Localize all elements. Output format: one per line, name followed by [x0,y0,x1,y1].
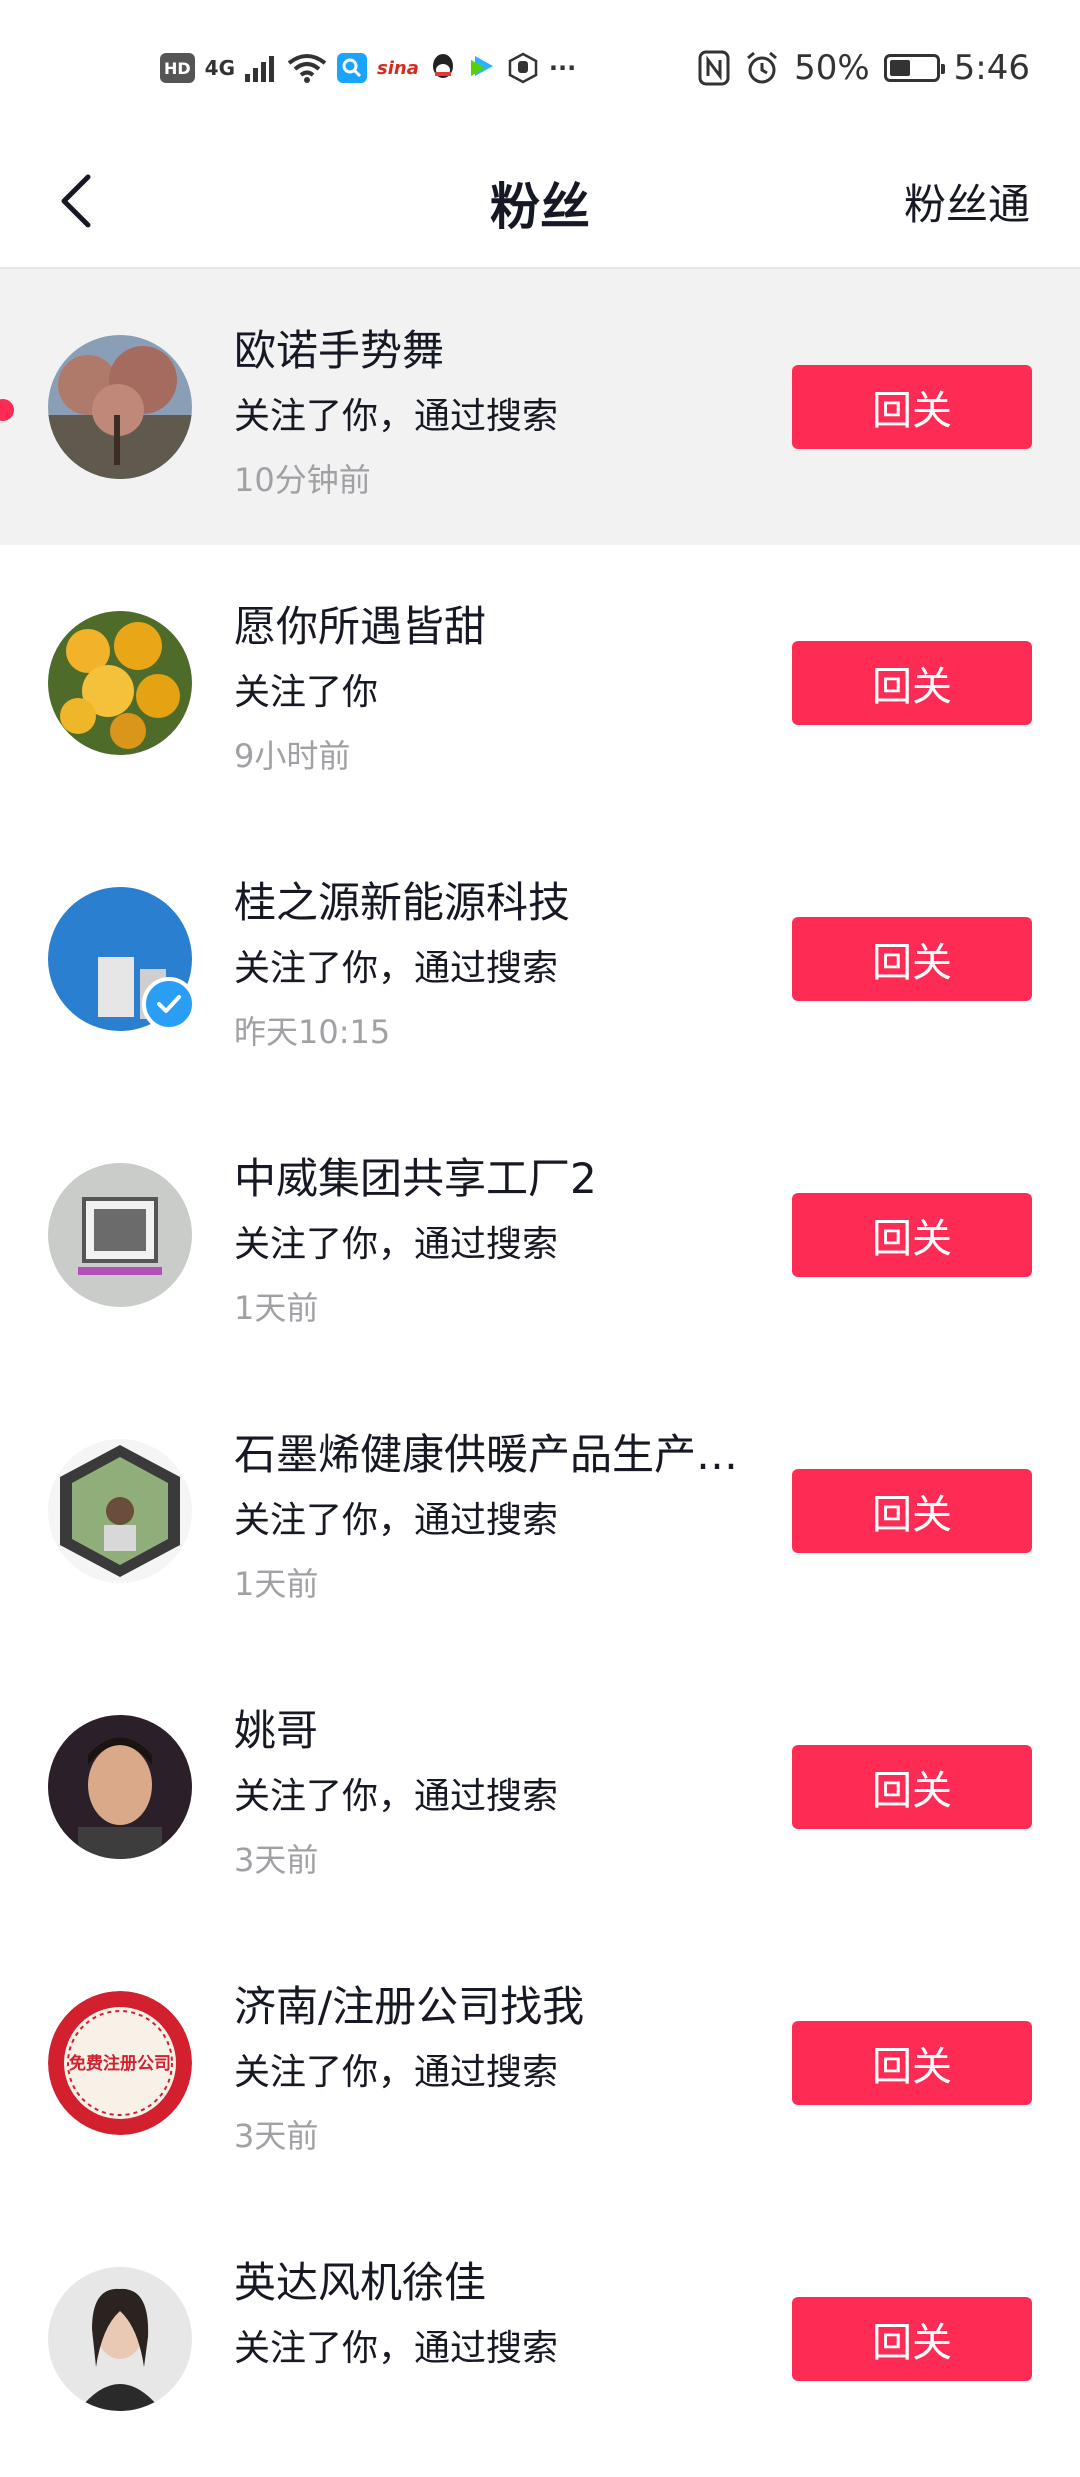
avatar[interactable] [48,1439,192,1583]
avatar[interactable] [48,1715,192,1859]
avatar[interactable] [48,2267,192,2411]
follower-name[interactable]: 愿你所遇皆甜 [234,593,774,654]
follower-row[interactable]: 免费注册公司 济南/注册公司找我 关注了你，通过搜索 3天前 回关 [0,1925,1080,2201]
signal-icon [245,56,275,82]
follower-name[interactable]: 英达风机徐佳 [234,2249,774,2310]
search-app-icon [337,53,368,83]
follow-description: 关注了你，通过搜索 [234,2052,559,2093]
follower-row[interactable]: 英达风机徐佳 关注了你，通过搜索 回关 [0,2201,1080,2477]
sina-icon: sina [377,57,419,79]
follower-name[interactable]: 石墨烯健康供暖产品生产… [234,1421,774,1482]
follow-back-button[interactable]: 回关 [792,1193,1032,1277]
follow-back-button[interactable]: 回关 [792,1745,1032,1829]
follower-name[interactable]: 桂之源新能源科技 [234,869,774,930]
follower-name[interactable]: 中威集团共享工厂2 [234,1145,774,1206]
network-type: 4G [204,56,236,80]
follow-back-button[interactable]: 回关 [792,917,1032,1001]
avatar[interactable] [48,1163,192,1307]
follower-row[interactable]: 石墨烯健康供暖产品生产… 关注了你，通过搜索 1天前 回关 [0,1373,1080,1649]
video-app-icon [470,56,493,76]
status-bar: HD 4G sina ··· 50% 5:46 [0,0,1080,135]
avatar[interactable]: 免费注册公司 [48,1991,192,2135]
qq-icon [432,54,453,78]
follow-back-button[interactable]: 回关 [792,2021,1032,2105]
follower-name[interactable]: 欧诺手势舞 [234,317,774,378]
status-left-icons: HD 4G sina ··· [160,48,576,88]
alarm-icon [747,51,778,83]
fans-promotion-link[interactable]: 粉丝通 [904,171,1030,232]
status-right-icons: 50% 5:46 [698,45,1030,90]
verified-badge-icon [142,977,196,1031]
follow-back-button[interactable]: 回关 [792,1469,1032,1553]
status-time: 5:46 [953,47,1030,88]
follow-description: 关注了你，通过搜索 [234,2328,559,2369]
follow-back-button[interactable]: 回关 [792,641,1032,725]
battery-percent: 50% [794,47,870,88]
follower-row[interactable]: 姚哥 关注了你，通过搜索 3天前 回关 [0,1649,1080,1925]
follow-description: 关注了你，通过搜索 [234,1224,559,1265]
follow-back-button[interactable]: 回关 [792,365,1032,449]
battery-icon [883,53,945,82]
follower-row[interactable]: 愿你所遇皆甜 关注了你 9小时前 回关 [0,545,1080,821]
follow-time: 昨天10:15 [234,1013,391,1051]
follower-row[interactable]: 欧诺手势舞 关注了你，通过搜索 10分钟前 回关 [0,269,1080,545]
follow-time: 9小时前 [234,737,351,775]
unread-dot [0,399,14,421]
nav-header: 粉丝 粉丝通 [0,135,1080,269]
wifi-icon [287,54,327,83]
follow-time: 1天前 [234,1565,319,1603]
follow-back-button[interactable]: 回关 [792,2297,1032,2381]
follow-description: 关注了你 [234,672,379,713]
follow-time: 10分钟前 [234,461,371,499]
follow-description: 关注了你，通过搜索 [234,948,559,989]
follower-row[interactable]: 中威集团共享工厂2 关注了你，通过搜索 1天前 回关 [0,1097,1080,1373]
follow-time: 1天前 [234,1289,319,1327]
hand-icon [508,52,538,84]
avatar[interactable] [48,335,192,479]
follow-description: 关注了你，通过搜索 [234,1776,559,1817]
more-notifications-icon: ··· [548,54,577,82]
follower-name[interactable]: 济南/注册公司找我 [234,1973,774,2034]
nfc-icon [698,50,730,85]
follow-time: 3天前 [234,1841,319,1879]
follow-description: 关注了你，通过搜索 [234,1500,559,1541]
follow-description: 关注了你，通过搜索 [234,396,559,437]
hd-icon: HD [160,53,195,83]
follower-row[interactable]: 桂之源新能源科技 关注了你，通过搜索 昨天10:15 回关 [0,821,1080,1097]
avatar[interactable] [48,611,192,755]
follower-list: 欧诺手势舞 关注了你，通过搜索 10分钟前 回关 愿你所遇皆甜 关注了你 9小时… [0,269,1080,2477]
avatar-text: 免费注册公司 [69,2053,171,2074]
follow-time: 3天前 [234,2117,319,2155]
follower-name[interactable]: 姚哥 [234,1697,774,1758]
